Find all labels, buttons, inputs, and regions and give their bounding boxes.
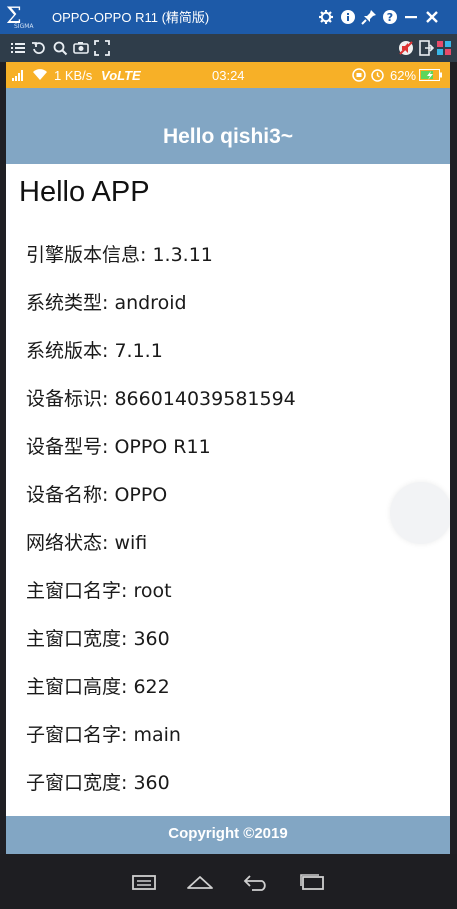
window-title: OPPO-OPPO R11 (精简版) [52,10,210,25]
info-icon[interactable] [340,9,356,25]
pin-icon[interactable] [361,9,377,25]
menu-icon[interactable] [10,40,26,56]
info-row-device-name: 设备名称: OPPO [26,484,168,506]
app-header: Hello qishi3~ [6,88,450,164]
close-icon[interactable] [424,9,440,25]
svg-text:SIGMA: SIGMA [14,23,34,30]
volte-indicator: VoLTE [101,68,141,83]
status-bar: 1 KB/s VoLTE 03:24 62% [6,62,450,88]
zoom-icon[interactable] [52,40,68,56]
info-row-sub-window-name: 子窗口名字: main [26,724,181,746]
export-icon[interactable] [418,40,434,56]
apps-icon[interactable] [436,40,452,56]
home-nav-icon[interactable] [186,872,214,892]
mute-icon[interactable] [398,40,414,56]
rotate-icon[interactable] [31,40,47,56]
emulator-window: Σ SIGMA OPPO-OPPO R11 (精简版) ? 1 KB/s VoL… [0,0,457,909]
app-footer: Copyright ©2019 [6,816,450,854]
info-row-engine-version: 引擎版本信息: 1.3.11 [26,244,213,266]
menu-nav-icon[interactable] [130,872,158,892]
emulator-toolbar [0,34,457,62]
network-speed: 1 KB/s [54,68,93,83]
page-title: Hello APP [19,176,150,208]
copyright-text: Copyright ©2019 [168,825,288,842]
info-row-main-window-height: 主窗口高度: 622 [26,676,170,698]
screenshot-icon[interactable] [73,40,89,56]
info-row-sub-window-width: 子窗口宽度: 360 [26,772,170,794]
android-nav-bar [0,854,457,909]
main-content: Hello APP 引擎版本信息: 1.3.11 系统类型: android 系… [6,164,450,816]
svg-text:?: ? [387,11,393,24]
info-row-main-window-width: 主窗口宽度: 360 [26,628,170,650]
signal-icon [12,70,23,81]
phone-screen: 1 KB/s VoLTE 03:24 62% Hello qishi3~ Hel… [6,62,450,854]
fullscreen-icon[interactable] [94,40,110,56]
info-row-main-window-name: 主窗口名字: root [26,580,172,602]
battery-percent: 62% [390,68,417,83]
battery-icon [419,69,442,81]
floating-assistive-button[interactable] [390,482,450,544]
alarm-icon [371,69,384,82]
recent-apps-icon[interactable] [298,872,326,892]
back-nav-icon[interactable] [242,872,270,892]
status-time: 03:24 [212,68,245,83]
window-titlebar: Σ SIGMA OPPO-OPPO R11 (精简版) ? [0,0,457,34]
header-title: Hello qishi3~ [162,125,294,148]
info-row-device-model: 设备型号: OPPO R11 [26,436,211,458]
wifi-icon [33,69,47,80]
info-row-network-status: 网络状态: wifi [26,532,148,554]
sigma-logo: Σ SIGMA [6,4,34,30]
ringer-icon [352,68,366,82]
info-row-os-type: 系统类型: android [26,292,187,314]
info-row-device-id: 设备标识: 866014039581594 [26,388,296,410]
minimize-icon[interactable] [403,9,419,25]
help-icon[interactable]: ? [382,9,398,25]
settings-icon[interactable] [318,9,334,25]
info-row-os-version: 系统版本: 7.1.1 [26,340,163,362]
